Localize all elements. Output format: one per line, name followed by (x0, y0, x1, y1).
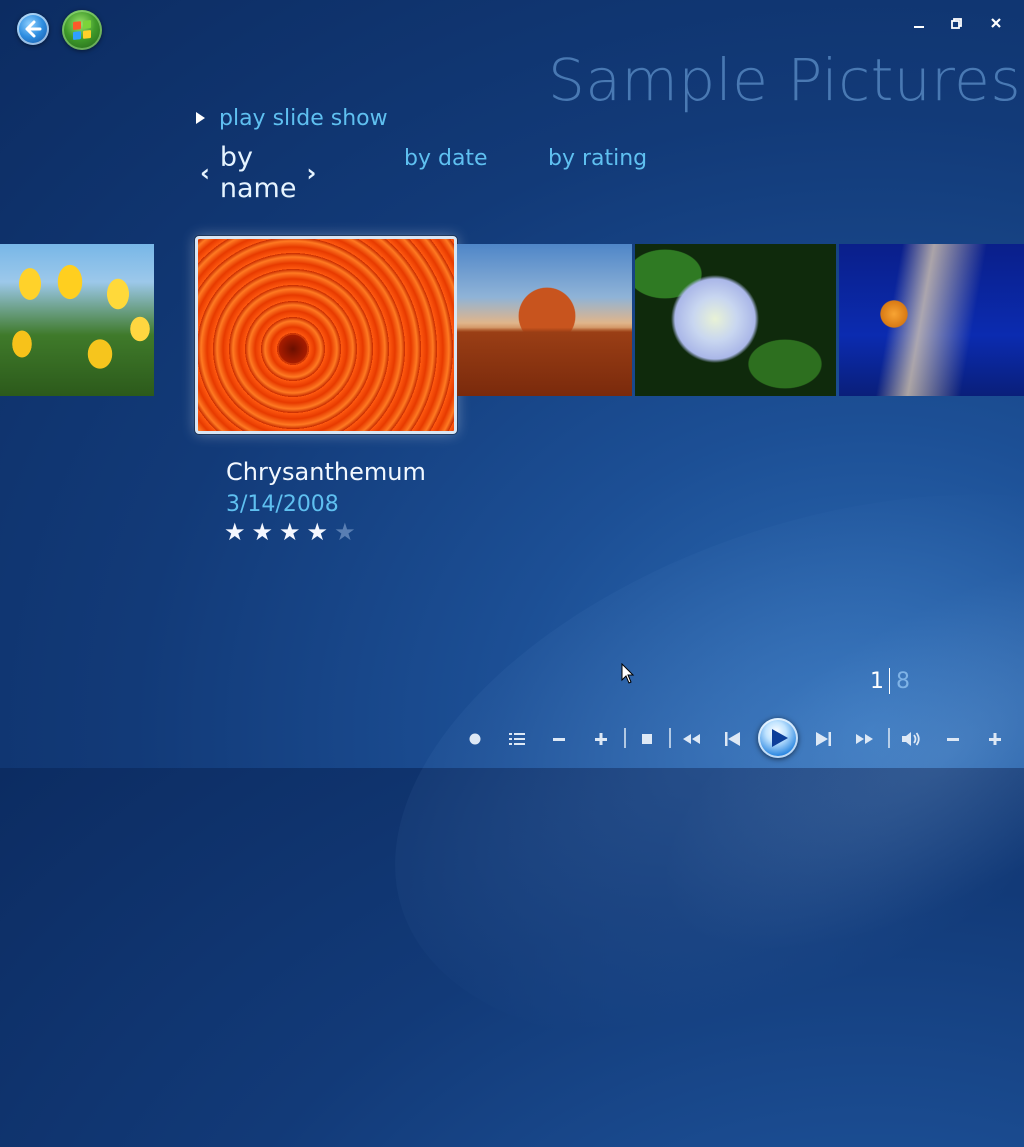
next-icon[interactable] (810, 726, 836, 752)
restore-icon[interactable] (946, 14, 968, 34)
fast-forward-icon[interactable] (852, 726, 878, 752)
chevron-left-icon[interactable]: ‹ (200, 159, 210, 187)
picture-date: 3/14/2008 (226, 492, 339, 517)
back-arrow-icon[interactable] (17, 13, 49, 45)
star-icon: ★ (251, 518, 274, 546)
mute-icon[interactable] (898, 726, 924, 752)
sort-by-name-option[interactable]: ‹ by name › (200, 142, 316, 204)
star-icon: ★ (279, 518, 301, 546)
windows-start-orb-icon[interactable] (62, 10, 102, 50)
control-divider (669, 728, 671, 748)
page-title: Sample Pictures (548, 46, 1022, 114)
star-empty-icon: ★ (334, 518, 356, 546)
previous-icon[interactable] (720, 726, 746, 752)
sort-by-rating-option[interactable]: by rating (548, 146, 647, 171)
chevron-right-icon[interactable]: › (306, 159, 316, 187)
play-slide-show-button[interactable]: play slide show (196, 104, 388, 132)
rating-stars: ★ ★ ★ ★ ★ (224, 518, 356, 546)
control-divider (624, 728, 626, 748)
chrysanthemum-thumbnail[interactable] (195, 236, 457, 434)
play-slide-show-label: play slide show (219, 105, 388, 131)
mouse-cursor-icon (621, 662, 635, 689)
close-icon[interactable] (985, 14, 1007, 34)
record-icon[interactable] (462, 726, 488, 752)
minimize-icon[interactable] (908, 14, 930, 34)
page-total: 8 (896, 668, 910, 694)
play-icon[interactable] (758, 718, 798, 758)
jellyfish-thumbnail[interactable] (839, 244, 1024, 396)
hydrangeas-thumbnail[interactable] (635, 244, 836, 396)
picture-title: Chrysanthemum (226, 458, 426, 486)
transport-controls (462, 718, 1022, 758)
tulips-thumbnail[interactable] (0, 244, 154, 396)
page-current: 1 (870, 668, 884, 694)
play-triangle-icon (196, 112, 205, 124)
star-icon: ★ (306, 518, 329, 546)
page-indicator: 1 8 (870, 668, 910, 694)
volume-up-icon[interactable] (982, 726, 1008, 752)
channel-down-icon[interactable] (546, 726, 572, 752)
channel-up-icon[interactable] (588, 726, 614, 752)
sort-by-date-option[interactable]: by date (404, 146, 488, 171)
desert-thumbnail[interactable] (457, 244, 632, 396)
volume-down-icon[interactable] (940, 726, 966, 752)
control-divider (888, 728, 890, 748)
stop-icon[interactable] (634, 726, 660, 752)
sort-active-label: by name (219, 142, 297, 204)
star-icon: ★ (224, 518, 246, 546)
page-separator (889, 668, 890, 694)
guide-list-icon[interactable] (504, 726, 530, 752)
rewind-icon[interactable] (678, 726, 704, 752)
